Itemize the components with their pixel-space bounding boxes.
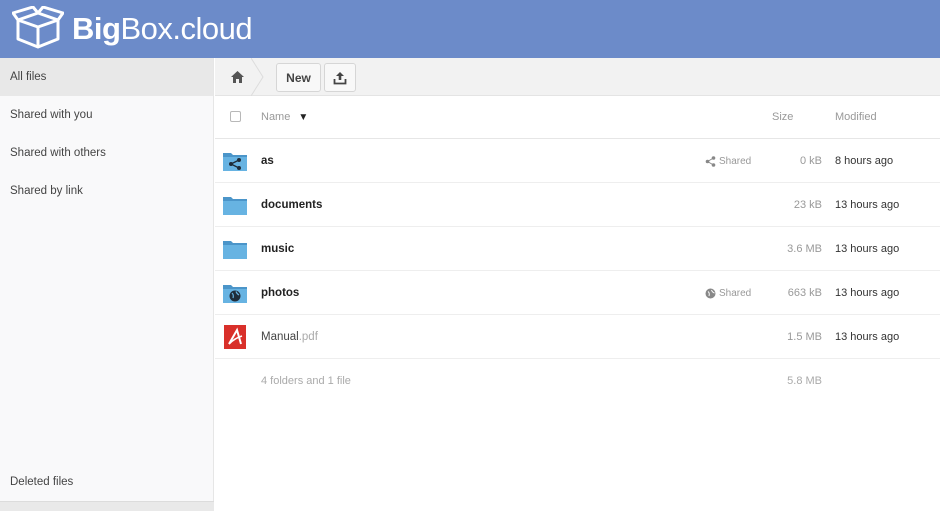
upload-icon	[333, 71, 347, 84]
file-size: 3.6 MB	[787, 243, 822, 255]
table-row[interactable]: Manual.pdf 1.5 MB 13 hours ago	[215, 315, 940, 359]
file-name[interactable]: documents	[261, 183, 322, 227]
table-row[interactable]: music 3.6 MB 13 hours ago	[215, 227, 940, 271]
sidebar-item-shared-with-others[interactable]: Shared with others	[0, 134, 213, 172]
upload-button[interactable]	[324, 63, 356, 92]
file-name[interactable]: music	[261, 227, 294, 271]
brand-name: BigBox.cloud	[72, 10, 253, 46]
home-icon	[230, 71, 244, 83]
shared-folder-icon	[223, 153, 247, 171]
sidebar-item-shared-with-you[interactable]: Shared with you	[0, 96, 213, 134]
sort-desc-icon: ▼	[298, 112, 309, 123]
box-logo-icon	[12, 6, 64, 49]
column-name-header[interactable]: Name ▼	[261, 96, 308, 139]
file-modified: 13 hours ago	[835, 331, 900, 343]
file-size: 23 kB	[793, 199, 822, 211]
table-row[interactable]: as Shared 0 kB 8 hours ago	[215, 139, 940, 183]
sidebar-item-deleted-files[interactable]: Deleted files	[0, 463, 214, 501]
globe-icon	[705, 288, 716, 298]
folder-icon	[223, 197, 247, 215]
public-folder-icon	[223, 285, 247, 303]
file-modified: 13 hours ago	[835, 199, 900, 211]
controls-bar: New	[215, 58, 940, 96]
brand-logo[interactable]: BigBox.cloud	[12, 5, 253, 51]
breadcrumb-separator	[251, 58, 264, 96]
file-modified: 8 hours ago	[835, 155, 894, 167]
file-list: Name ▼ Size Modified as Shared 0 kB 8 hou…	[215, 96, 940, 419]
file-size: 663 kB	[787, 287, 822, 299]
pdf-icon	[224, 325, 246, 349]
sidebar-item-shared-by-link[interactable]: Shared by link	[0, 172, 213, 210]
folder-icon	[223, 241, 247, 259]
sidebar-item-all-files[interactable]: All files	[0, 58, 213, 96]
table-row[interactable]: documents 23 kB 13 hours ago	[215, 183, 940, 227]
table-summary: 4 folders and 1 file 5.8 MB	[215, 359, 940, 419]
sidebar-footer[interactable]	[0, 501, 214, 511]
app-header: BigBox.cloud	[0, 0, 940, 58]
column-size-header[interactable]: Size	[772, 96, 793, 139]
table-header: Name ▼ Size Modified	[215, 96, 940, 139]
column-modified-header[interactable]: Modified	[835, 96, 877, 139]
table-row[interactable]: photos Shared 663 kB 13 hours ago	[215, 271, 940, 315]
file-size: 1.5 MB	[787, 331, 822, 343]
file-size: 0 kB	[799, 155, 822, 167]
summary-size: 5.8 MB	[787, 375, 822, 387]
file-name[interactable]: photos	[261, 271, 299, 315]
file-modified: 13 hours ago	[835, 243, 900, 255]
file-name[interactable]: Manual.pdf	[261, 315, 318, 359]
sidebar: All files Shared with you Shared with ot…	[0, 58, 214, 511]
new-button[interactable]: New	[276, 63, 321, 92]
select-all-checkbox[interactable]	[230, 111, 241, 122]
file-modified: 13 hours ago	[835, 287, 900, 299]
summary-count: 4 folders and 1 file	[261, 375, 351, 387]
file-name[interactable]: as	[261, 139, 274, 183]
share-icon	[705, 155, 716, 167]
